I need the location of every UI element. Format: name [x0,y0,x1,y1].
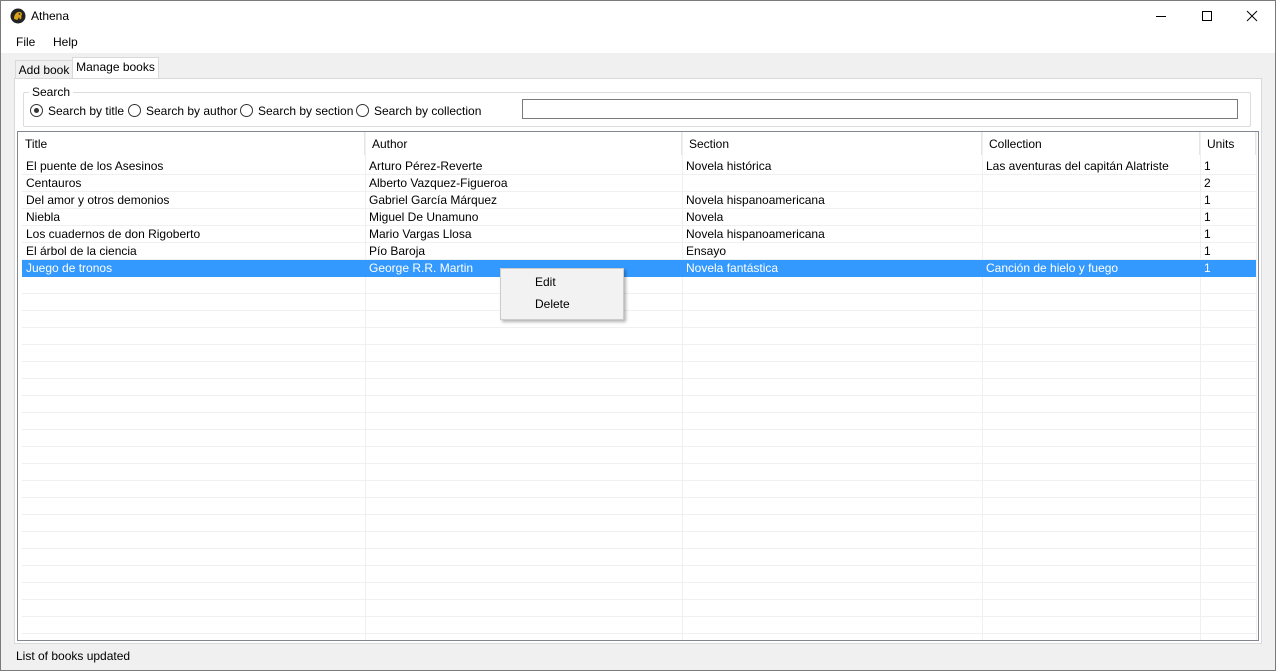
cell-title: El árbol de la ciencia [26,244,137,258]
radio-label-author: Search by author [146,104,238,118]
row-separator [22,582,1256,583]
row-separator [22,599,1256,600]
row-separator [22,480,1256,481]
cell-units: 2 [1204,176,1211,190]
table-row[interactable]: El puente de los Asesinos Arturo Pérez-Re… [22,158,1256,175]
cell-collection [982,175,1204,192]
context-menu-delete[interactable]: Delete [503,293,621,315]
cell-title: Juego de tronos [26,261,113,275]
status-bar: List of books updated [1,645,1275,669]
tab-manage-books[interactable]: Manage books [72,57,159,79]
table-row[interactable]: Del amor y otros demonios Gabriel García … [22,192,1256,209]
cell-section: Novela fantástica [686,261,779,275]
cell-title: Los cuadernos de don Rigoberto [26,227,201,241]
column-header-section[interactable]: Section [682,132,982,155]
radio-unchecked-icon [128,104,141,117]
row-separator [22,310,1256,311]
cell-title: Niebla [26,210,61,224]
cell-section [682,175,986,192]
row-separator [22,531,1256,532]
close-button[interactable] [1229,1,1275,31]
cell-units: 1 [1204,210,1211,224]
row-separator [22,361,1256,362]
row-separator [22,497,1256,498]
books-table[interactable]: Title Author Section Collection Units El… [17,131,1259,641]
cell-section: Novela [686,210,724,224]
cell-section: Novela hispanoamericana [686,227,825,241]
cell-author: Pío Baroja [369,244,426,258]
column-header-author[interactable]: Author [365,132,682,155]
cell-section: Novela histórica [686,159,772,173]
menu-help[interactable]: Help [53,35,78,49]
cell-collection [982,209,1204,226]
row-separator [22,429,1256,430]
row-separator [22,412,1256,413]
cell-author: Gabriel García Márquez [369,193,498,207]
title-bar[interactable]: Athena [1,1,1275,31]
row-separator [22,548,1256,549]
maximize-button[interactable] [1184,1,1230,31]
maximize-icon [1202,11,1212,21]
table-header: Title Author Section Collection Units [18,132,1258,155]
table-row[interactable]: Los cuadernos de don Rigoberto Mario Varg… [22,226,1256,243]
row-context-menu: Edit Delete [500,268,624,320]
cell-units: 1 [1204,261,1211,275]
cell-units: 1 [1204,159,1211,173]
cell-collection: Canción de hielo y fuego [986,261,1119,275]
close-icon [1246,10,1258,22]
cell-units: 1 [1204,244,1211,258]
cell-collection: Las aventuras del capitán Alatriste [986,159,1169,173]
row-separator [22,514,1256,515]
column-header-units[interactable]: Units [1200,132,1256,155]
menu-file[interactable]: File [16,35,35,49]
radio-checked-icon [30,104,43,117]
row-separator [22,446,1256,447]
row-separator [22,344,1256,345]
row-separator [22,565,1256,566]
row-separator [22,633,1256,634]
cell-units: 1 [1204,227,1211,241]
radio-unchecked-icon [240,104,253,117]
context-menu-edit[interactable]: Edit [503,271,621,293]
row-separator [22,327,1256,328]
cell-title: Del amor y otros demonios [26,193,170,207]
cell-author: Mario Vargas Llosa [369,227,472,241]
column-header-title[interactable]: Title [18,132,365,155]
radio-label-collection: Search by collection [374,104,482,118]
cell-section: Ensayo [686,244,727,258]
cell-units: 1 [1204,193,1211,207]
column-header-collection[interactable]: Collection [982,132,1200,155]
cell-author: Arturo Pérez-Reverte [369,159,483,173]
table-row[interactable]: Centauros Alberto Vazquez-Figueroa 2 [22,175,1256,192]
row-separator [22,395,1256,396]
athena-app-icon [10,8,26,24]
tab-add-book[interactable]: Add book [15,60,73,80]
minimize-button[interactable] [1138,1,1184,31]
cell-author: Miguel De Unamuno [369,210,479,224]
cell-title: Centauros [26,176,82,190]
cell-section: Novela hispanoamericana [686,193,825,207]
table-row[interactable]: El árbol de la ciencia Pío Baroja Ensayo 1 [22,243,1256,260]
radio-label-section: Search by section [258,104,354,118]
row-separator [22,616,1256,617]
window-title: Athena [31,9,70,23]
radio-unchecked-icon [356,104,369,117]
table-row[interactable]: Juego de tronos George R.R. Martin Novela … [22,260,1256,277]
cell-collection [982,243,1204,260]
radio-label-title: Search by title [48,104,125,118]
cell-collection [982,226,1204,243]
cell-collection [982,192,1204,209]
row-separator [22,293,1256,294]
cell-author: Alberto Vazquez-Figueroa [369,176,508,190]
search-input[interactable] [522,99,1238,119]
cell-title: El puente de los Asesinos [26,159,164,173]
row-separator [22,463,1256,464]
table-row[interactable]: Niebla Miguel De Unamuno Novela 1 [22,209,1256,226]
row-separator [22,378,1256,379]
menu-bar: File Help [1,31,1275,53]
search-group-label: Search [29,85,74,99]
status-text: List of books updated [16,649,131,663]
minimize-icon [1156,16,1166,17]
